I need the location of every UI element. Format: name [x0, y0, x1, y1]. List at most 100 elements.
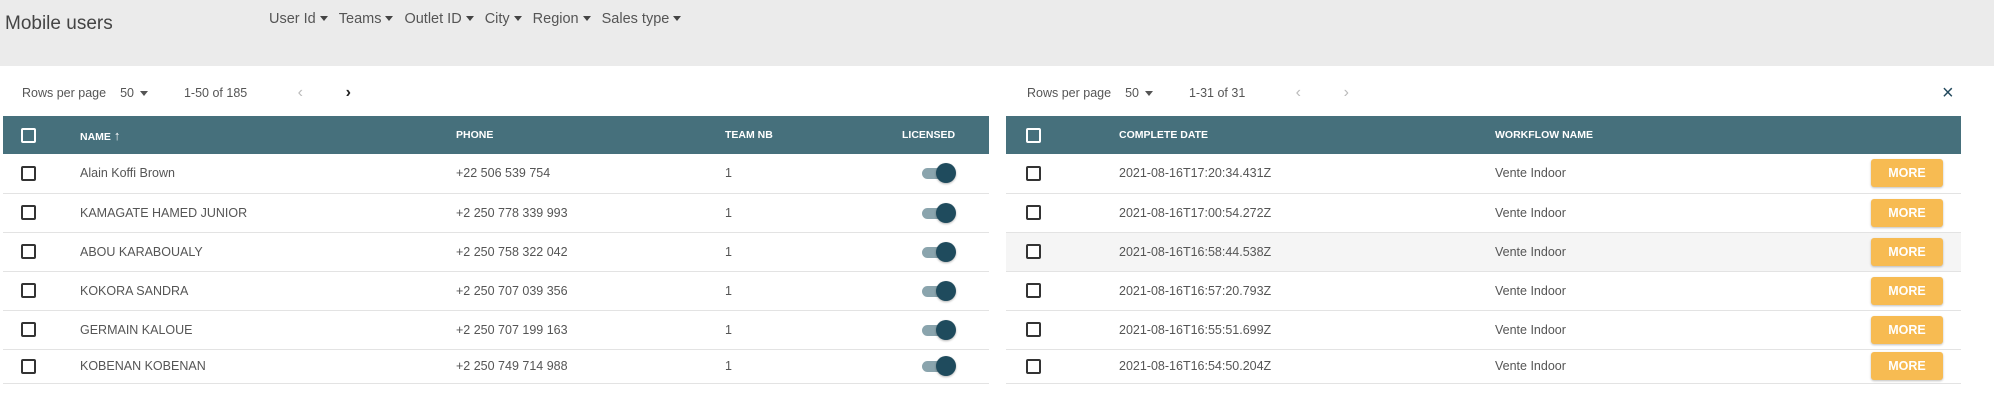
- filter-teams[interactable]: Teams: [339, 11, 394, 27]
- user-phone: +2 250 758 322 042: [456, 232, 725, 272]
- caret-down-icon: [465, 15, 474, 21]
- close-icon[interactable]: ×: [1942, 82, 1954, 105]
- table-row[interactable]: ABOU KARABOUALY +2 250 758 322 042 1: [3, 232, 989, 272]
- column-header-team[interactable]: TEAM NB: [725, 116, 892, 154]
- licensed-toggle[interactable]: [920, 319, 956, 340]
- table-row[interactable]: KOBENAN KOBENAN +2 250 749 714 988 1: [3, 349, 989, 384]
- row-select-cell: [1006, 193, 1119, 233]
- more-button[interactable]: MORE: [1871, 237, 1943, 266]
- table-row[interactable]: 2021-08-16T16:57:20.793Z Vente Indoor MORE: [1006, 271, 1961, 311]
- rows-per-page-value: 50: [120, 86, 134, 100]
- user-name: Alain Koffi Brown: [80, 154, 456, 194]
- row-checkbox[interactable]: [21, 358, 36, 374]
- row-checkbox[interactable]: [1026, 205, 1041, 221]
- table-row[interactable]: Alain Koffi Brown +22 506 539 754 1: [3, 154, 989, 194]
- rows-per-page-select[interactable]: 50: [120, 86, 148, 100]
- filter-region[interactable]: Region: [533, 11, 591, 27]
- row-checkbox[interactable]: [1026, 358, 1041, 374]
- more-button[interactable]: MORE: [1871, 276, 1943, 305]
- row-select-cell: [1006, 271, 1119, 311]
- complete-date: 2021-08-16T17:00:54.272Z: [1119, 193, 1495, 233]
- actions-cell: MORE: [1857, 154, 1961, 194]
- column-header-phone[interactable]: PHONE: [456, 116, 725, 154]
- user-phone: +2 250 778 339 993: [456, 193, 725, 233]
- more-button[interactable]: MORE: [1871, 198, 1943, 227]
- filter-user-id[interactable]: User Id: [269, 11, 328, 27]
- table-row[interactable]: KOKORA SANDRA +2 250 707 039 356 1: [3, 271, 989, 311]
- filter-city[interactable]: City: [485, 11, 522, 27]
- row-select-cell: [1006, 154, 1119, 194]
- licensed-cell: [892, 349, 989, 384]
- actions-cell: MORE: [1857, 271, 1961, 311]
- filter-sales-type[interactable]: Sales type: [602, 11, 682, 27]
- user-name: KAMAGATE HAMED JUNIOR: [80, 193, 456, 233]
- chevron-right-icon[interactable]: ›: [335, 84, 361, 102]
- table-row[interactable]: KAMAGATE HAMED JUNIOR +2 250 778 339 993 1: [3, 193, 989, 233]
- filter-label: City: [484, 11, 510, 27]
- column-header-name[interactable]: NAME ↑: [80, 116, 456, 154]
- more-button[interactable]: MORE: [1871, 159, 1943, 188]
- table-row[interactable]: 2021-08-16T16:55:51.699Z Vente Indoor MORE: [1006, 310, 1961, 350]
- row-select-cell: [3, 349, 80, 384]
- row-checkbox[interactable]: [21, 205, 36, 221]
- column-header-complete-date[interactable]: COMPLETE DATE: [1119, 116, 1495, 154]
- rows-per-page-label: Rows per page: [1027, 86, 1112, 100]
- toggle-knob: [936, 280, 956, 301]
- complete-date: 2021-08-16T16:58:44.538Z: [1119, 232, 1495, 272]
- column-header-actions: [1857, 116, 1961, 154]
- user-team: 1: [725, 154, 892, 194]
- row-select-cell: [1006, 349, 1119, 384]
- filter-label: User Id: [269, 11, 316, 27]
- licensed-toggle[interactable]: [920, 163, 956, 184]
- workflows-pager: Rows per page 50 1-31 of 31 ‹ ›: [1027, 84, 1359, 102]
- row-checkbox[interactable]: [1026, 244, 1041, 260]
- row-checkbox[interactable]: [21, 244, 36, 260]
- row-select-cell: [3, 154, 80, 194]
- chevron-right-icon[interactable]: ›: [1333, 84, 1359, 102]
- row-checkbox[interactable]: [21, 283, 36, 299]
- licensed-toggle[interactable]: [920, 241, 956, 262]
- actions-cell: MORE: [1857, 310, 1961, 350]
- workflow-name: Vente Indoor: [1495, 232, 1857, 272]
- table-row[interactable]: 2021-08-16T17:00:54.272Z Vente Indoor MORE: [1006, 193, 1961, 233]
- filter-outlet-id[interactable]: Outlet ID: [404, 11, 474, 27]
- caret-down-icon: [139, 90, 148, 96]
- row-checkbox[interactable]: [21, 165, 36, 181]
- rows-per-page-select[interactable]: 50: [1125, 86, 1153, 100]
- row-checkbox[interactable]: [1026, 165, 1041, 181]
- column-header-workflow-name[interactable]: WORKFLOW NAME: [1495, 116, 1857, 154]
- row-checkbox[interactable]: [1026, 283, 1041, 299]
- table-row[interactable]: 2021-08-16T17:20:34.431Z Vente Indoor MORE: [1006, 154, 1961, 194]
- toggle-knob: [936, 319, 956, 340]
- complete-date: 2021-08-16T17:20:34.431Z: [1119, 154, 1495, 194]
- column-header-licensed[interactable]: LICENSED: [892, 116, 989, 154]
- top-bar: Mobile users User Id Teams Outlet ID Cit…: [0, 0, 1994, 66]
- chevron-left-icon[interactable]: ‹: [287, 84, 313, 102]
- licensed-toggle[interactable]: [920, 280, 956, 301]
- licensed-toggle[interactable]: [920, 356, 956, 376]
- licensed-toggle[interactable]: [920, 202, 956, 223]
- table-row[interactable]: GERMAIN KALOUE +2 250 707 199 163 1: [3, 310, 989, 350]
- caret-down-icon: [582, 15, 591, 21]
- row-select-cell: [3, 310, 80, 350]
- licensed-cell: [892, 310, 989, 350]
- complete-date: 2021-08-16T16:54:50.204Z: [1119, 349, 1495, 384]
- users-pager: Rows per page 50 1-50 of 185 ‹ ›: [22, 84, 361, 102]
- row-checkbox[interactable]: [1026, 322, 1041, 338]
- pagination-range: 1-50 of 185: [183, 86, 248, 100]
- user-team: 1: [725, 310, 892, 350]
- user-name: KOBENAN KOBENAN: [80, 349, 456, 384]
- user-phone: +22 506 539 754: [456, 154, 725, 194]
- user-name: GERMAIN KALOUE: [80, 310, 456, 350]
- more-button[interactable]: MORE: [1871, 352, 1943, 380]
- table-row[interactable]: 2021-08-16T16:58:44.538Z Vente Indoor MORE: [1006, 232, 1961, 272]
- chevron-left-icon[interactable]: ‹: [1285, 84, 1311, 102]
- actions-cell: MORE: [1857, 349, 1961, 384]
- more-button[interactable]: MORE: [1871, 315, 1943, 344]
- row-checkbox[interactable]: [21, 322, 36, 338]
- select-all-checkbox[interactable]: [1026, 127, 1041, 143]
- workflow-name: Vente Indoor: [1495, 349, 1857, 384]
- actions-cell: MORE: [1857, 193, 1961, 233]
- select-all-checkbox[interactable]: [21, 127, 36, 143]
- table-row[interactable]: 2021-08-16T16:54:50.204Z Vente Indoor MORE: [1006, 349, 1961, 384]
